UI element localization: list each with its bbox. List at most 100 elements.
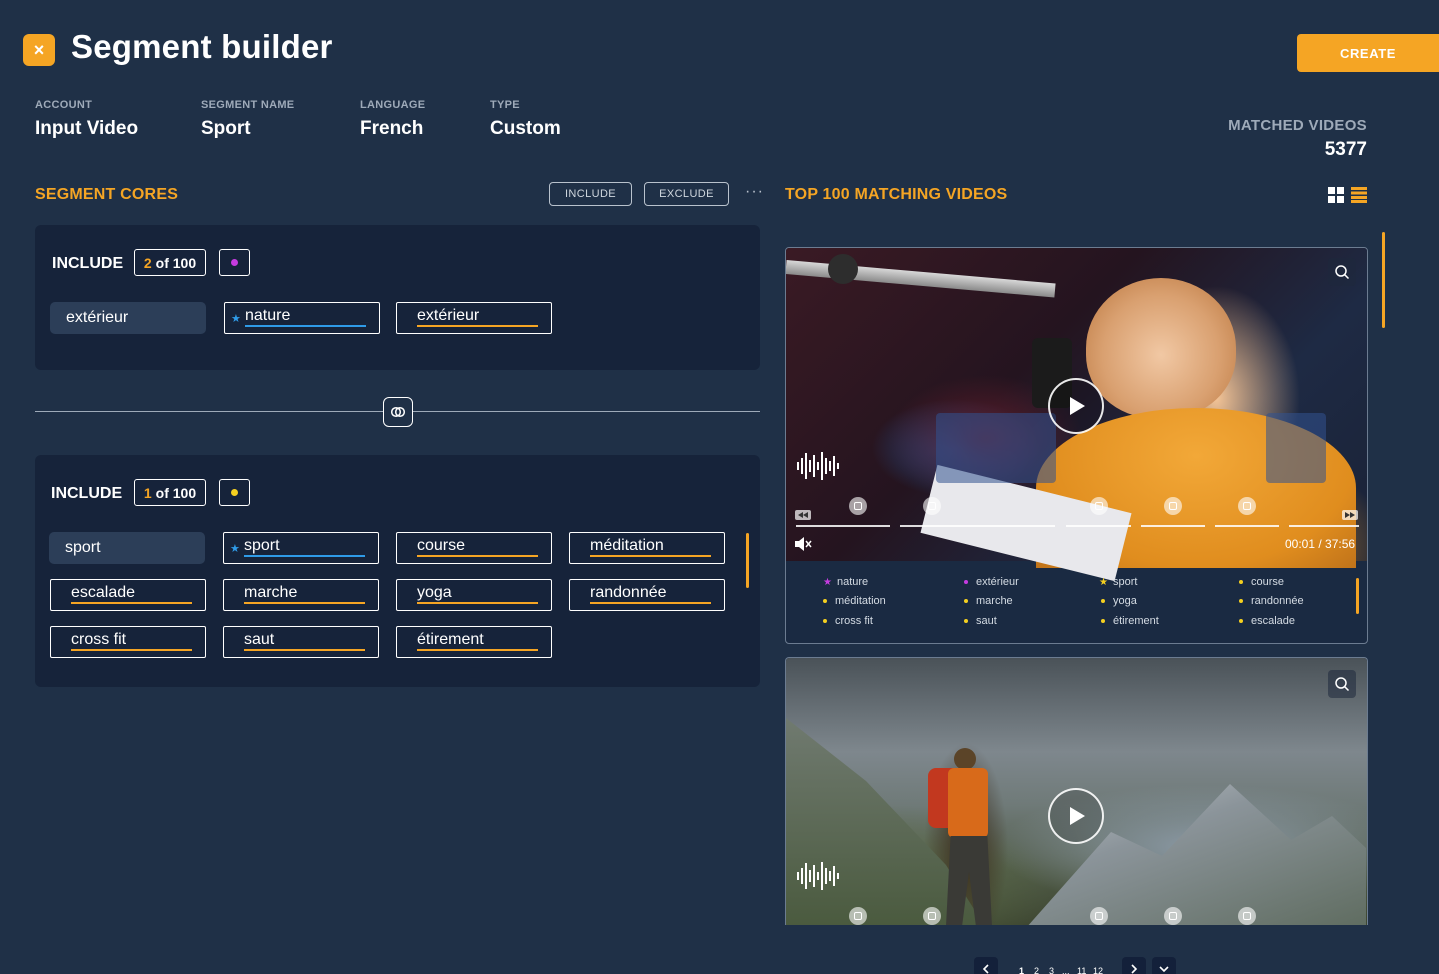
tag-underline <box>417 555 538 557</box>
timeline-marker[interactable] <box>1090 497 1108 515</box>
color-picker-button[interactable] <box>219 249 250 276</box>
meta-value: French <box>360 118 424 139</box>
close-button[interactable]: × <box>23 34 55 66</box>
progress-segment[interactable] <box>796 525 890 527</box>
color-dot-icon <box>231 489 238 496</box>
tag-chip[interactable]: extérieur <box>396 302 552 334</box>
bullet-icon <box>964 580 968 585</box>
video-card[interactable] <box>785 657 1368 925</box>
tag-underline <box>590 555 711 557</box>
zoom-button[interactable] <box>1328 670 1356 698</box>
tag-chip[interactable]: sport <box>49 532 205 564</box>
bullet-icon <box>964 619 968 624</box>
rewind-icon[interactable] <box>795 507 811 525</box>
page-11[interactable]: 11 <box>1077 966 1086 974</box>
search-icon <box>1335 265 1350 280</box>
matched-videos-label: MATCHED VIDEOS <box>1228 117 1367 134</box>
keywords-scrollbar[interactable] <box>1356 578 1359 614</box>
grid-view-icon[interactable] <box>1328 187 1344 208</box>
more-options-icon[interactable]: ··· <box>745 183 764 201</box>
progress-segment[interactable] <box>1066 525 1131 527</box>
tags-scrollbar[interactable] <box>746 533 749 588</box>
meta-value: Sport <box>201 118 251 139</box>
tag-label: saut <box>244 631 275 648</box>
color-picker-button[interactable] <box>219 479 250 506</box>
page-12[interactable]: 12 <box>1093 966 1103 974</box>
tag-underline <box>245 325 366 327</box>
hiker-head <box>954 748 976 770</box>
progress-segment[interactable] <box>1289 525 1359 527</box>
count-badge: 2 of 100 <box>134 249 206 276</box>
tag-chip[interactable]: ★ sport <box>223 532 379 564</box>
page-3[interactable]: 3 <box>1049 966 1054 974</box>
timeline-marker[interactable] <box>849 497 867 515</box>
next-page-button[interactable] <box>1122 957 1146 974</box>
timeline-marker[interactable] <box>1164 907 1182 925</box>
timeline-marker[interactable] <box>849 907 867 925</box>
tag-chip[interactable]: marche <box>223 579 379 611</box>
timeline-marker[interactable] <box>1090 907 1108 925</box>
tag-chip[interactable]: extérieur <box>50 302 206 334</box>
count-total: of 100 <box>155 484 197 501</box>
timeline-marker[interactable] <box>923 497 941 515</box>
keyword: extérieur <box>964 576 1019 588</box>
keyword: méditation <box>823 595 886 607</box>
page-ellipsis: ... <box>1062 966 1070 974</box>
timeline-marker[interactable] <box>1164 497 1182 515</box>
tag-label: nature <box>245 307 291 324</box>
tag-chip[interactable]: méditation <box>569 532 725 564</box>
page-size-dropdown[interactable] <box>1152 957 1176 974</box>
include-label: INCLUDE <box>52 255 124 272</box>
tag-underline <box>244 602 365 604</box>
zoom-button[interactable] <box>1328 258 1356 286</box>
tag-underline <box>71 602 192 604</box>
progress-segment[interactable] <box>900 525 1055 527</box>
meta-language: LANGUAGE French <box>360 99 425 140</box>
tag-chip[interactable]: ★ nature <box>224 302 380 334</box>
tag-chip[interactable]: saut <box>223 626 379 658</box>
bullet-icon <box>823 619 827 624</box>
person-head <box>1086 278 1236 418</box>
progress-segment[interactable] <box>1141 525 1205 527</box>
create-button[interactable]: CREATE <box>1297 34 1439 72</box>
meta-label: ACCOUNT <box>35 99 93 111</box>
meta-label: LANGUAGE <box>360 99 426 111</box>
bullet-icon <box>964 599 968 604</box>
videos-scrollbar[interactable] <box>1382 232 1385 328</box>
meta-value: Custom <box>490 118 561 139</box>
mic-joint <box>828 254 858 284</box>
bullet-icon <box>823 599 827 604</box>
tag-chip[interactable]: randonnée <box>569 579 725 611</box>
prev-page-button[interactable] <box>974 957 998 974</box>
include-button[interactable]: INCLUDE <box>549 182 632 206</box>
timeline-marker[interactable] <box>1238 497 1256 515</box>
exclude-button[interactable]: EXCLUDE <box>644 182 729 206</box>
timeline-marker[interactable] <box>923 907 941 925</box>
link-groups-button[interactable] <box>383 397 413 427</box>
tag-chip[interactable]: étirement <box>396 626 552 658</box>
tag-chip[interactable]: cross fit <box>50 626 206 658</box>
play-icon <box>1070 807 1085 825</box>
mute-icon[interactable] <box>794 536 812 557</box>
keyword: marche <box>964 595 1013 607</box>
matched-videos: MATCHED VIDEOS 5377 <box>1228 117 1367 161</box>
tag-chip[interactable]: course <box>396 532 552 564</box>
page-1[interactable]: 1 <box>1019 966 1024 974</box>
timeline-marker[interactable] <box>1238 907 1256 925</box>
play-button[interactable] <box>1048 788 1104 844</box>
keyword: course <box>1239 576 1284 588</box>
star-icon: ★ <box>823 576 832 588</box>
tag-chip[interactable]: escalade <box>50 579 206 611</box>
keyword: escalade <box>1239 615 1295 627</box>
tag-chip[interactable]: yoga <box>396 579 552 611</box>
count-total: of 100 <box>155 254 197 271</box>
page-2[interactable]: 2 <box>1034 966 1039 974</box>
fast-forward-icon[interactable] <box>1342 507 1358 525</box>
matched-videos-count: 5377 <box>1324 139 1367 160</box>
progress-segment[interactable] <box>1215 525 1279 527</box>
star-icon: ★ <box>1099 576 1108 588</box>
sign-left <box>936 413 1056 483</box>
video-card[interactable]: 00:01 / 37:56 ★ nature extérieur ★ sport c… <box>785 247 1368 644</box>
list-view-icon[interactable] <box>1351 187 1367 208</box>
play-button[interactable] <box>1048 378 1104 434</box>
